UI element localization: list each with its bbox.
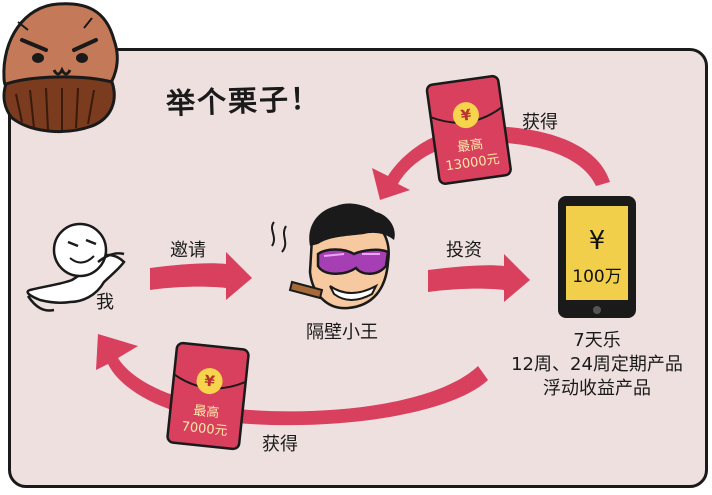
page: 举个栗子！ 我 隔壁小王 邀请 投资 获得 获得 7天乐 12周、24周定期产品… bbox=[0, 0, 712, 495]
phone-currency-symbol: ¥ bbox=[588, 226, 606, 256]
phone-icon bbox=[558, 196, 636, 318]
chestnut-mascot-icon bbox=[2, 2, 119, 134]
friend-label: 隔壁小王 bbox=[306, 322, 378, 343]
red-packet-top: ¥ 最高 13000元 bbox=[425, 75, 510, 184]
red-packet-top-coin-icon: ¥ bbox=[451, 100, 481, 130]
red-packet-bottom-coin-icon: ¥ bbox=[195, 366, 224, 396]
red-packet-bottom: ¥ 最高 7000元 bbox=[167, 343, 249, 450]
gain-bottom-label: 获得 bbox=[262, 434, 298, 455]
page-title: 举个栗子！ bbox=[165, 81, 322, 121]
product-floating: 浮动收益产品 bbox=[543, 378, 651, 399]
product-7day: 7天乐 bbox=[573, 330, 621, 351]
invest-label: 投资 bbox=[446, 240, 482, 261]
phone-amount: 100万 bbox=[572, 267, 622, 287]
friend-figure-icon bbox=[271, 203, 395, 310]
gain-top-label: 获得 bbox=[522, 112, 558, 133]
me-label: 我 bbox=[96, 292, 114, 313]
arrow-return-bottom bbox=[96, 334, 488, 426]
invite-label: 邀请 bbox=[170, 240, 206, 261]
product-fixed-term: 12周、24周定期产品 bbox=[511, 354, 683, 375]
